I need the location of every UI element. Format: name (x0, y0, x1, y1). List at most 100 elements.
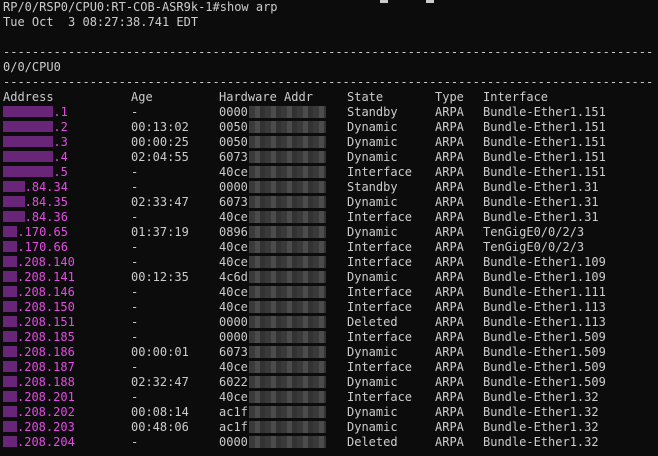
cell-age: 02:32:47 (131, 375, 189, 389)
command-prompt: RP/0/RSP0/CPU0:RT-COB-ASR9k-1#show arp (3, 0, 278, 14)
cell-state: Dynamic (347, 150, 398, 164)
redaction-bar (426, 0, 434, 3)
hardware-addr-redaction (248, 121, 326, 133)
address-redaction (3, 256, 17, 267)
cell-type: ARPA (435, 120, 464, 134)
cell-address: .84.36 (3, 210, 68, 225)
hardware-addr-redaction (248, 361, 326, 373)
terminal-window[interactable]: RP/0/RSP0/CPU0:RT-COB-ASR9k-1#show arp T… (0, 0, 658, 456)
hardware-addr-prefix: 40ce (219, 390, 248, 404)
cell-type: ARPA (435, 255, 464, 269)
address-suffix: .170.66 (17, 240, 68, 254)
cell-address: .208.140 (3, 255, 75, 270)
cell-type: ARPA (435, 195, 464, 209)
address-suffix: .208.187 (17, 360, 75, 374)
cell-interface: Bundle-Ether1.509 (483, 375, 606, 389)
cell-interface: Bundle-Ether1.32 (483, 435, 599, 449)
cell-interface: Bundle-Ether1.151 (483, 150, 606, 164)
cell-type: ARPA (435, 420, 464, 434)
cell-interface: TenGigE0/0/2/3 (483, 225, 585, 239)
table-row: .208.204 - 0000 Deleted ARPA Bundle-Ether1.32 (3, 435, 653, 450)
address-redaction (3, 226, 18, 237)
cell-hardware-addr: 0000 (219, 105, 326, 120)
cell-state: Dynamic (347, 195, 398, 209)
cell-interface: Bundle-Ether1.32 (483, 405, 599, 419)
hardware-addr-redaction (248, 151, 326, 163)
hardware-addr-redaction (248, 106, 326, 118)
hardware-addr-redaction (248, 286, 326, 298)
address-redaction (3, 121, 54, 132)
hardware-addr-prefix: 0000 (219, 330, 248, 344)
cell-hardware-addr: 40ce (219, 390, 326, 405)
cell-hardware-addr: ac1f (219, 420, 326, 435)
address-suffix: .208.201 (17, 390, 75, 404)
cell-age: - (131, 240, 139, 254)
cell-address: .208.202 (3, 405, 75, 420)
cell-address: .3 (3, 135, 68, 150)
cell-state: Interface (347, 360, 413, 374)
cell-hardware-addr: 0000 (219, 315, 326, 330)
cell-interface: Bundle-Ether1.31 (483, 180, 599, 194)
cell-age: - (131, 315, 139, 329)
cell-state: Dynamic (347, 375, 398, 389)
table-row: .208.201 - 40ce Interface ARPA Bundle-Ether1.… (3, 390, 653, 405)
separator-rule: ----------------------------------------… (3, 45, 653, 59)
cell-age: - (131, 105, 139, 119)
address-suffix: .4 (53, 150, 68, 164)
hardware-addr-redaction (248, 196, 326, 208)
cell-age: - (131, 360, 139, 374)
cell-address: .170.65 (3, 225, 68, 240)
cell-state: Deleted (347, 315, 398, 329)
cell-age: - (131, 180, 139, 194)
table-row: .208.141 00:12:35 4c6d Dynamic ARPA Bundle-Et… (3, 270, 653, 285)
cell-address: .208.203 (3, 420, 75, 435)
table-row: .170.65 01:37:19 0896 Dynamic ARPA TenGigE0/0… (3, 225, 653, 240)
cell-interface: Bundle-Ether1.509 (483, 330, 606, 344)
cell-address: .84.35 (3, 195, 68, 210)
table-row: .2 00:13:02 0050 Dynamic ARPA Bundle-Ether1.1… (3, 120, 653, 135)
table-row: .208.186 00:00:01 6073 Dynamic ARPA Bundle-Et… (3, 345, 653, 360)
cell-interface: TenGigE0/0/2/3 (483, 240, 585, 254)
cell-state: Dynamic (347, 270, 398, 284)
address-suffix: .84.36 (24, 210, 68, 224)
cell-hardware-addr: 40ce (219, 300, 326, 315)
cell-address: .170.66 (3, 240, 68, 255)
cell-address: .208.146 (3, 285, 75, 300)
cell-state: Interface (347, 330, 413, 344)
address-redaction (3, 391, 17, 402)
hardware-addr-prefix: 40ce (219, 210, 248, 224)
hardware-addr-prefix: 40ce (219, 300, 248, 314)
redaction-bar (380, 0, 388, 3)
cell-hardware-addr: 40ce (219, 165, 326, 180)
cell-state: Dynamic (347, 420, 398, 434)
table-row: .3 00:00:25 0050 Dynamic ARPA Bundle-Ether1.1… (3, 135, 653, 150)
address-suffix: .170.65 (17, 225, 68, 239)
hardware-addr-prefix: 40ce (219, 165, 248, 179)
cell-state: Dynamic (347, 135, 398, 149)
address-redaction (3, 331, 17, 342)
cell-interface: Bundle-Ether1.113 (483, 300, 606, 314)
cell-interface: Bundle-Ether1.151 (483, 105, 606, 119)
cell-type: ARPA (435, 435, 464, 449)
table-row: .208.188 02:32:47 6022 Dynamic ARPA Bundle-Et… (3, 375, 653, 390)
cell-type: ARPA (435, 225, 464, 239)
address-suffix: .208.202 (17, 405, 75, 419)
cell-type: ARPA (435, 360, 464, 374)
cell-state: Interface (347, 390, 413, 404)
cell-address: .208.187 (3, 360, 75, 375)
hardware-addr-prefix: 6073 (219, 195, 248, 209)
cell-type: ARPA (435, 405, 464, 419)
cell-hardware-addr: 40ce (219, 210, 326, 225)
hardware-addr-prefix: 0896 (219, 225, 248, 239)
address-redaction (3, 376, 17, 387)
node-location: 0/0/CPU0 (3, 60, 61, 74)
address-suffix: .84.34 (24, 180, 68, 194)
hardware-addr-prefix: 40ce (219, 285, 248, 299)
cell-type: ARPA (435, 165, 464, 179)
cell-interface: Bundle-Ether1.113 (483, 315, 606, 329)
cell-hardware-addr: 0000 (219, 330, 326, 345)
address-redaction (3, 106, 54, 117)
cell-type: ARPA (435, 285, 464, 299)
hardware-addr-prefix: 0050 (219, 135, 248, 149)
cell-type: ARPA (435, 345, 464, 359)
